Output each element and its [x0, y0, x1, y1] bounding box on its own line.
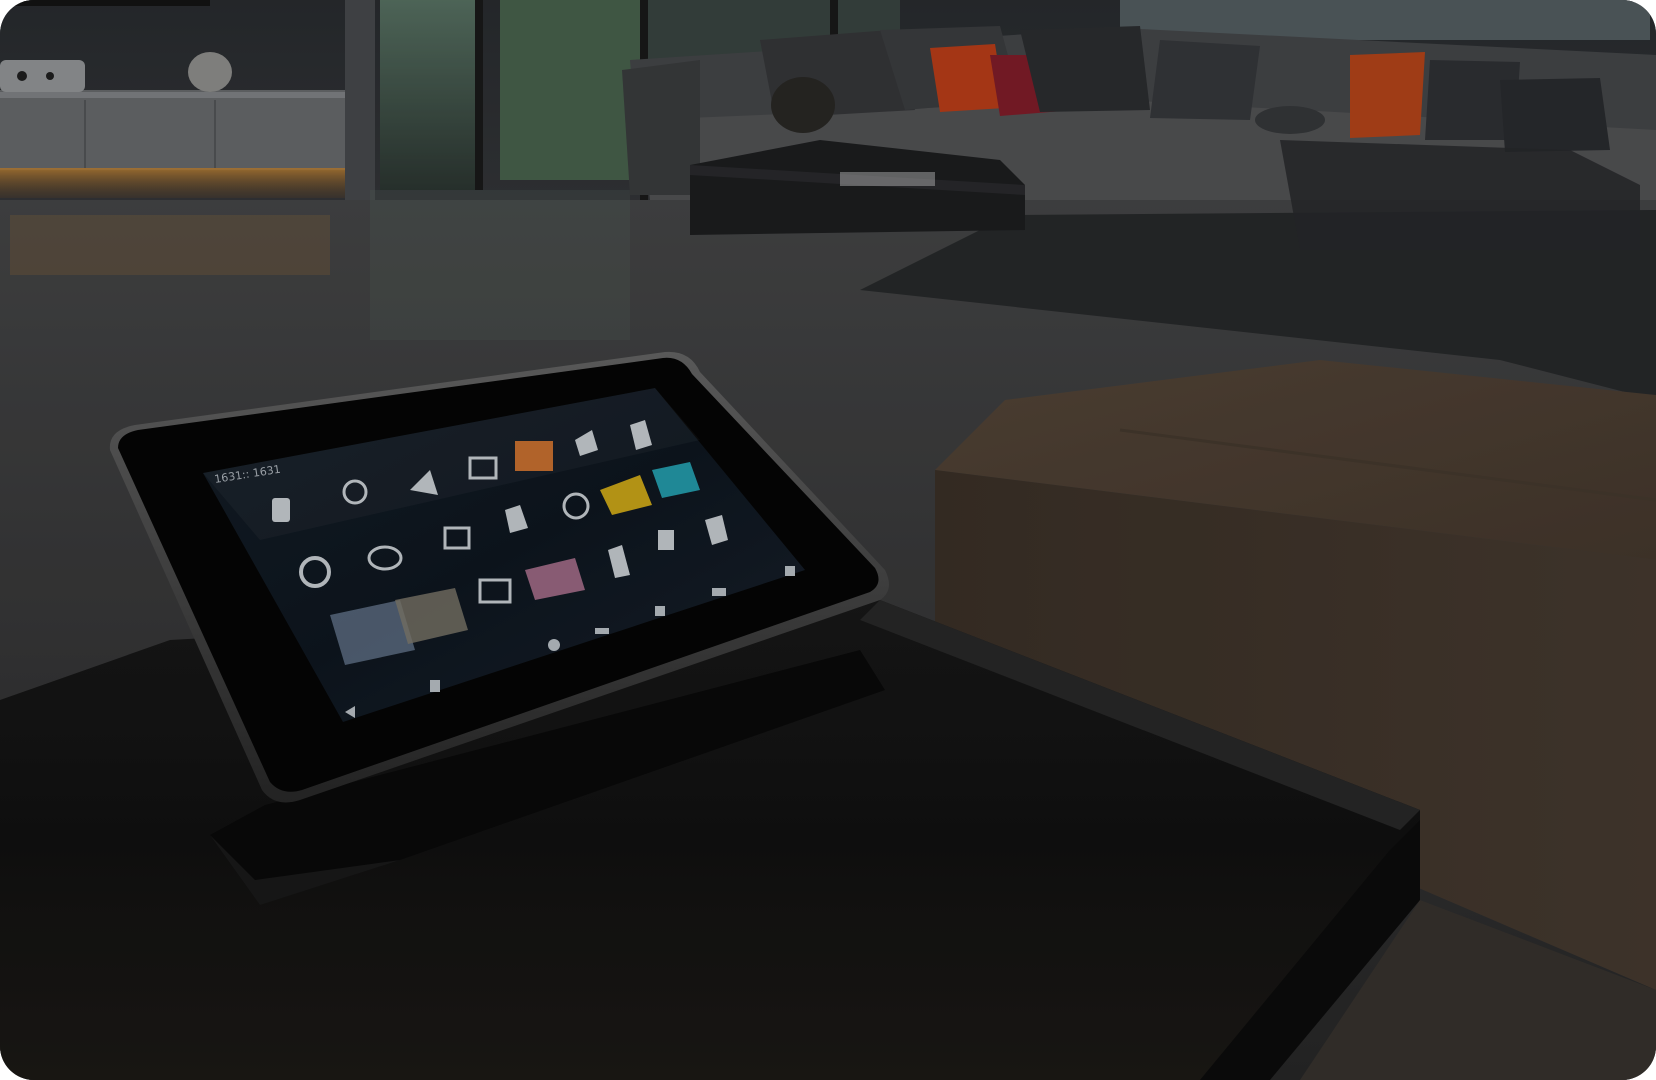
- home-icon[interactable]: [430, 680, 440, 692]
- settings-icon[interactable]: [785, 566, 795, 576]
- shirt-icon[interactable]: [658, 530, 674, 550]
- recent-icon[interactable]: [548, 639, 560, 651]
- cast-icon[interactable]: [712, 588, 726, 596]
- menu-icon[interactable]: [595, 628, 609, 634]
- photo-illustration: 1631:: 1631: [0, 0, 1656, 1080]
- smart-home-photo: 1631:: 1631: [0, 0, 1656, 1080]
- link-icon[interactable]: [655, 606, 665, 616]
